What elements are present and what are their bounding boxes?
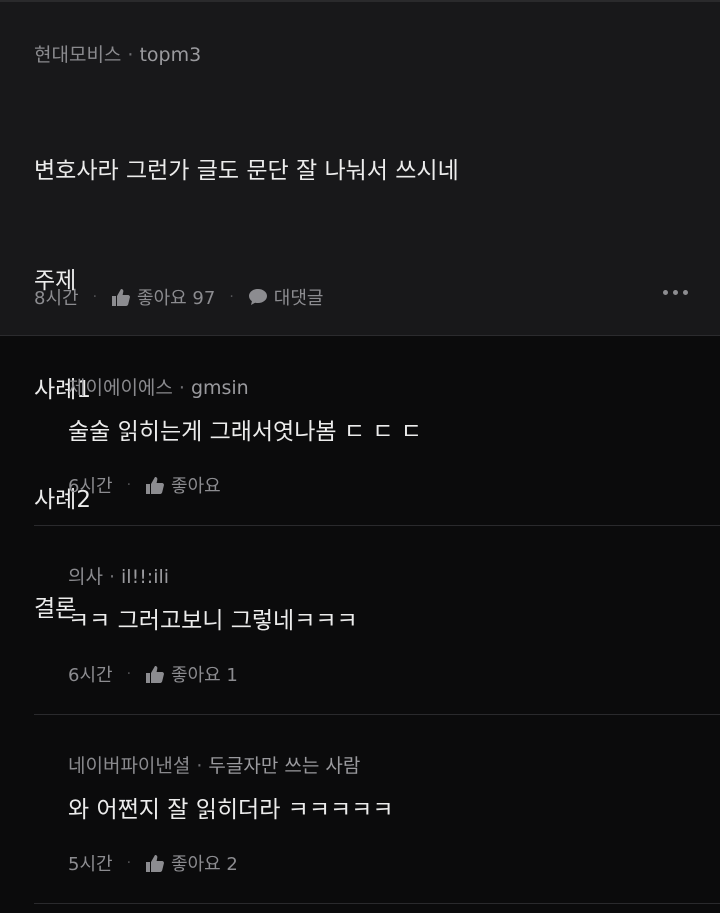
like-label: 좋아요 [171, 476, 221, 497]
like-label: 좋아요 2 [171, 854, 238, 875]
reply-time: 5시간 [68, 854, 113, 875]
author-nickname[interactable]: il!!:ili [121, 566, 169, 588]
reply-divider [34, 525, 720, 526]
comment-time: 8시간 [34, 288, 79, 309]
author-company: 네이버파이낸셜 [68, 755, 191, 777]
comment-thread: 현대모비스 · topm3 변호사라 그런가 글도 문단 잘 나눠서 쓰시네 주제 … [0, 0, 720, 913]
reply-actions: 6시간 · 좋아요 [68, 472, 221, 498]
reply-actions: 6시간 · 좋아요 1 [68, 661, 238, 687]
thumbs-up-icon [145, 854, 165, 873]
meta-separator: · [127, 44, 134, 66]
meta-separator: · [178, 377, 185, 399]
main-comment: 현대모비스 · topm3 변호사라 그런가 글도 문단 잘 나눠서 쓰시네 주제 … [0, 2, 720, 622]
comment-meta: 현대모비스 · topm3 [34, 40, 201, 67]
thumbs-up-icon [111, 288, 131, 307]
speech-bubble-icon [248, 288, 268, 306]
like-button[interactable]: 좋아요 2 [145, 850, 238, 876]
more-dots-icon[interactable] [663, 290, 688, 295]
author-nickname[interactable]: topm3 [139, 44, 201, 66]
comment-actions: 8시간 · 좋아요 97 · 대댓글 [34, 284, 323, 310]
meta-separator: · [196, 755, 203, 777]
comment-line: 변호사라 그런가 글도 문단 잘 나눠서 쓰시네 [34, 158, 459, 184]
dot [673, 290, 678, 295]
dot [663, 290, 668, 295]
action-separator: · [126, 855, 132, 871]
author-company: 제이에이에스 [68, 377, 173, 399]
reply-meta: 의사 · il!!:ili [68, 562, 169, 589]
thumbs-up-icon [145, 476, 165, 495]
like-button[interactable]: 좋아요 97 [111, 284, 215, 310]
action-separator: · [92, 289, 98, 305]
reply-button[interactable]: 대댓글 [248, 284, 324, 310]
like-button[interactable]: 좋아요 1 [145, 661, 238, 687]
reply-body: ㅋㅋ 그러고보니 그렇네ㅋㅋㅋ [68, 608, 358, 634]
author-company: 의사 [68, 566, 103, 588]
thumbs-up-icon [145, 665, 165, 684]
dot [683, 290, 688, 295]
reply-body: 와 어쩐지 잘 읽히더라 ㅋㅋㅋㅋㅋ [68, 797, 394, 823]
reply-time: 6시간 [68, 665, 113, 686]
reply-body: 술술 읽히는게 그래서엿나봄 ㄷ ㄷ ㄷ [68, 419, 422, 445]
action-separator: · [126, 666, 132, 682]
reply-meta: 네이버파이낸셜 · 두글자만 쓰는 사람 [68, 751, 360, 778]
author-nickname[interactable]: gmsin [191, 377, 249, 399]
like-button[interactable]: 좋아요 [145, 472, 221, 498]
action-separator: · [126, 477, 132, 493]
reply-meta: 제이에이에스 · gmsin [68, 373, 249, 400]
reply-time: 6시간 [68, 476, 113, 497]
reply-actions: 5시간 · 좋아요 2 [68, 850, 238, 876]
like-label: 좋아요 97 [137, 288, 216, 309]
author-nickname[interactable]: 두글자만 쓰는 사람 [208, 755, 360, 777]
like-label: 좋아요 1 [171, 665, 238, 686]
action-separator: · [229, 289, 234, 305]
reply-label: 대댓글 [273, 288, 324, 309]
reply-divider [34, 714, 720, 715]
meta-separator: · [108, 566, 116, 588]
reply-divider [34, 903, 720, 904]
author-company: 현대모비스 [34, 44, 122, 66]
